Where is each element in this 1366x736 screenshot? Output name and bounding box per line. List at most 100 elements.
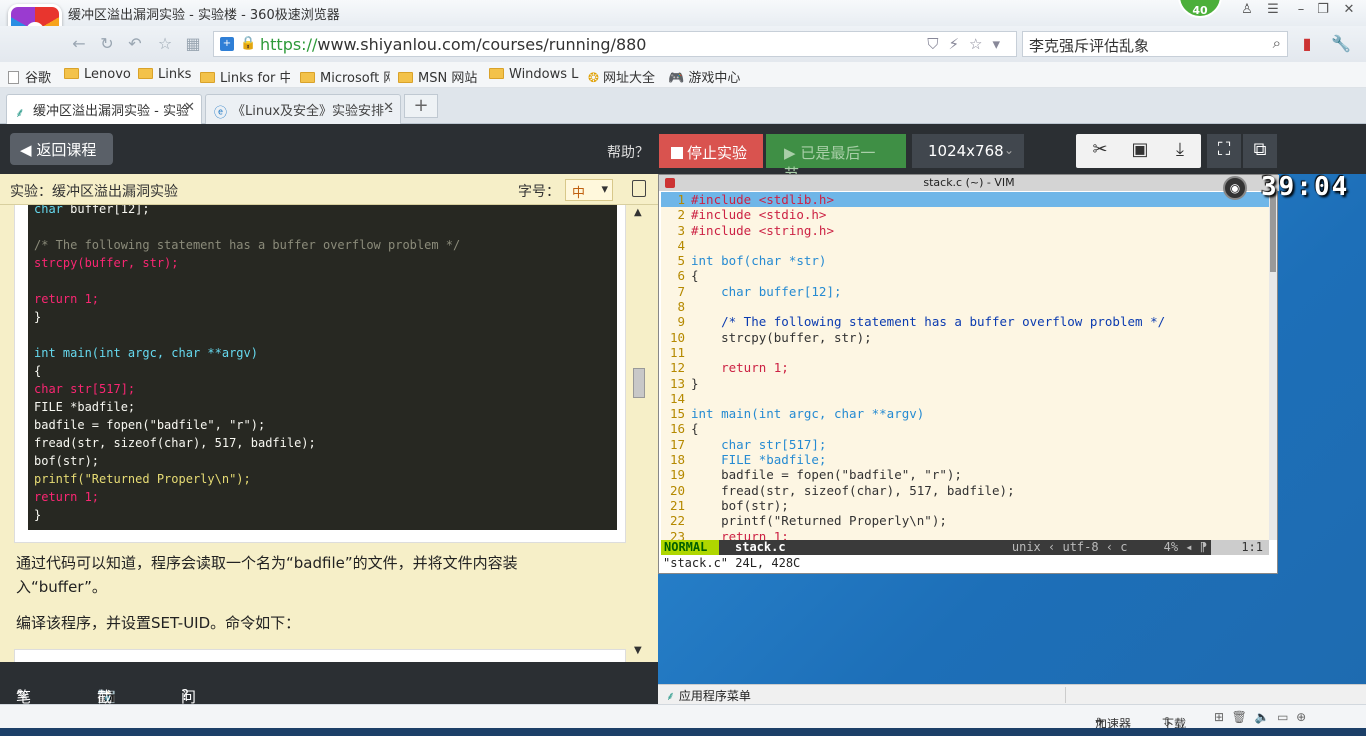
bookmark-game-center[interactable]: 🎮 游戏中心 [668, 67, 740, 86]
back-to-course-button[interactable]: ◀ 返回课程 [10, 133, 113, 165]
favorite-star-icon[interactable]: ☆ [154, 34, 176, 54]
font-size-select[interactable]: 中 [565, 179, 613, 201]
vim-scrollbar[interactable] [1269, 192, 1277, 540]
scroll-down-icon: ▼ [634, 645, 642, 656]
close-tab-icon[interactable]: ✕ [184, 100, 195, 115]
vim-line-number: 23 [669, 528, 685, 540]
resolution-select[interactable]: 1024x768 ⌄ [912, 134, 1024, 168]
vim-line-number: 6 [677, 268, 685, 284]
bookmark-microsoft[interactable]: Microsoft 网 [300, 67, 390, 86]
scroll-thumb[interactable] [633, 368, 645, 398]
open-external-icon[interactable]: ⧉ [1243, 134, 1277, 168]
screen-share-icon[interactable]: ▣ [1122, 139, 1158, 160]
vim-line-text: badfile = fopen("badfile", "r"); [691, 467, 962, 483]
vm-desktop[interactable]: stack.c (~) - VIM 1 #include <stdlib.h> 2 #… [658, 174, 1366, 704]
vim-line-text: /* The following statement has a buffer … [691, 314, 1166, 330]
vim-line: 19 badfile = fopen("badfile", "r"); [661, 467, 1269, 482]
vim-line-number: 4 [677, 237, 685, 253]
vim-line-number: 12 [669, 360, 685, 376]
new-tab-button[interactable]: + [404, 94, 438, 118]
vim-line-text: FILE *badfile; [691, 452, 827, 468]
page-icon [8, 71, 19, 84]
close-tab-icon[interactable]: ✕ [383, 100, 394, 115]
vim-line: 21 bof(str); [661, 498, 1269, 513]
forward-arrow-icon[interactable]: ↻ [96, 34, 118, 54]
vim-line-number: 3 [677, 222, 685, 238]
vim-line-number: 1 [677, 192, 685, 207]
vim-line-text: #include <stdio.h> [691, 207, 827, 223]
star-icon: ☆ [969, 35, 993, 53]
vim-line: 12 return 1; [661, 360, 1269, 375]
vim-statusline: NORMAL stack.c unix ‹ utf-8 ‹ c 4% ◂ ⁋ 1… [661, 540, 1269, 555]
bookmark-links[interactable]: Links [138, 67, 191, 82]
search-query[interactable]: 李克强斥评估乱象 [1029, 35, 1149, 56]
minimize-icon[interactable]: – [1290, 2, 1312, 17]
folder-icon [398, 72, 413, 83]
lab-doc-header: 实验：缓冲区溢出漏洞实验 字号： 中 [0, 174, 658, 205]
help-link[interactable]: 帮助？ [607, 142, 649, 162]
download-icon[interactable]: ⤓ [1162, 139, 1198, 160]
vim-window[interactable]: stack.c (~) - VIM 1 #include <stdlib.h> 2 #… [658, 174, 1279, 574]
close-window-icon[interactable]: ✕ [1338, 2, 1360, 17]
vim-line-text: char buffer[12]; [691, 283, 842, 299]
vim-command-line: "stack.c" 24L, 428C [661, 555, 1269, 572]
address-bar[interactable]: + 🔒 https://www.shiyanlou.com/courses/ru… [213, 31, 1017, 57]
app-menu-button[interactable]: ⸙ 应用程序菜单 [666, 687, 751, 704]
back-arrow-icon[interactable]: ← [68, 34, 90, 54]
restore-icon[interactable]: ❐ [1312, 2, 1334, 17]
search-box[interactable]: 李克强斥评估乱象 ⌕ [1022, 31, 1288, 57]
tab-strip: ⸙ 缓冲区溢出漏洞实验 - 实验 ✕ ⓔ 《Linux及安全》实验安排 - ✕ + [0, 88, 1366, 124]
vim-line-text: strcpy(buffer, str); [691, 329, 872, 345]
menu-icon[interactable]: ☰ [1262, 2, 1284, 17]
lab-doc-body: char buffer[12]; /* The following statem… [0, 205, 658, 662]
undo-close-icon[interactable]: ↶ [124, 34, 146, 54]
vim-line-text: fread(str, sizeof(char), 517, badfile); [691, 482, 1015, 498]
vim-line-text: int main(int argc, char **argv) [691, 406, 925, 422]
vim-line-text [691, 391, 699, 406]
next-code-block [14, 649, 626, 662]
tab-buffer-overflow[interactable]: ⸙ 缓冲区溢出漏洞实验 - 实验 ✕ [6, 94, 202, 124]
stop-lab-button[interactable]: 停止实验 [659, 134, 763, 168]
vim-editor[interactable]: 1 #include <stdlib.h> 2 #include <stdio.h> 3… [661, 192, 1269, 540]
document-icon[interactable] [632, 180, 646, 197]
vim-line-number: 13 [669, 375, 685, 391]
vim-line-number: 14 [669, 390, 685, 406]
tab-linux-security[interactable]: ⓔ 《Linux及安全》实验安排 - ✕ [205, 94, 401, 124]
vim-file-info: unix ‹ utf-8 ‹ c 4% ◂ ⁋ [1011, 540, 1207, 554]
bookmark-windows-live[interactable]: Windows Li [489, 67, 579, 82]
browser-titlebar: 缓冲区溢出漏洞实验 - 实验楼 - 360极速浏览器 40 ♙ ☰ – ❐ ✕ [0, 0, 1366, 58]
doc-scrollbar[interactable]: ▲ ▼ [632, 205, 646, 662]
vim-line-number: 10 [669, 329, 685, 345]
address-bar-tools[interactable]: ⛉⚡☆▾ [927, 35, 1010, 53]
lab-doc-footer: ✎ 笔记 📷 截图 ? 问答 [0, 662, 658, 727]
bookmark-links-china[interactable]: Links for 中国 [200, 67, 290, 86]
search-icon[interactable]: ⌕ [1273, 34, 1281, 52]
bookmark-url-portal[interactable]: ❂ 网址大全 [588, 67, 655, 86]
level-badge[interactable]: 40 [1178, 0, 1222, 18]
vim-line: 17 char str[517]; [661, 437, 1269, 452]
vim-filename: stack.c [735, 540, 786, 554]
fullscreen-icon[interactable]: ⛶ [1207, 134, 1241, 168]
url-text[interactable]: https://www.shiyanlou.com/courses/runnin… [260, 35, 646, 54]
skin-icon[interactable]: ♙ [1236, 2, 1258, 17]
back-circle-icon: ◀ [20, 141, 32, 159]
apps-grid-icon[interactable]: ▦ [182, 34, 204, 54]
code-line: /* The following statement has a buffer … [34, 238, 461, 252]
scroll-up-icon: ▲ [634, 207, 642, 218]
vim-line-number: 17 [669, 436, 685, 452]
status-tool-icons[interactable]: ⊞ 🗑 🔈 ▭ ⊕ [1214, 710, 1306, 724]
scissors-icon[interactable]: ✂ [1082, 139, 1118, 160]
extension-icon[interactable]: ▮ [1296, 34, 1318, 54]
shiyanlou-favicon-icon: ⸙ [15, 106, 25, 121]
bookmark-msn[interactable]: MSN 网站 [398, 67, 477, 86]
last-section-button[interactable]: ▶ 已是最后一节 [766, 134, 906, 183]
bookmark-google[interactable]: 谷歌 [8, 67, 51, 86]
vim-line: 4 [661, 238, 1269, 253]
bookmark-lenovo[interactable]: Lenovo [64, 67, 131, 82]
lab-timer: 39:04 [1261, 174, 1350, 202]
tools-wrench-icon[interactable]: 🔧 [1330, 34, 1352, 54]
eye-icon[interactable]: ◉ [1223, 176, 1247, 200]
vm-tools-group: ✂ ▣ ⤓ [1076, 134, 1201, 168]
lab-title: 实验：缓冲区溢出漏洞实验 [10, 184, 178, 200]
